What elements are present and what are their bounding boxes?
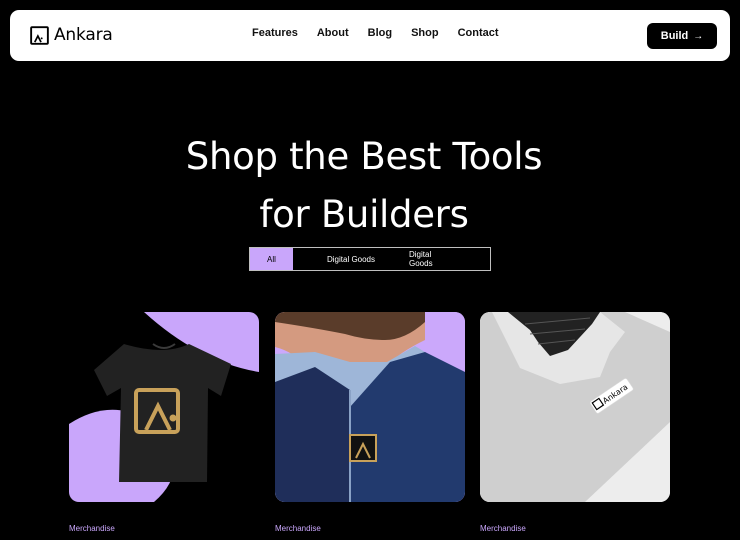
nav-link-about[interactable]: About [317, 27, 349, 39]
hero-line-1: Shop the Best Tools [185, 135, 543, 178]
laptop-sticker-image: Ankara [480, 312, 670, 502]
nav-links: Features About Blog Shop Contact [252, 27, 499, 39]
build-button-label: Build [660, 30, 689, 42]
tab-digital-goods[interactable]: Digital Goods [293, 248, 409, 270]
hero-line-2: for Builders [259, 193, 469, 236]
tshirt-image [69, 312, 259, 502]
product-category-3: Merchandise [480, 524, 526, 533]
nav-link-features[interactable]: Features [252, 27, 298, 39]
product-category-1: Merchandise [69, 524, 115, 533]
product-category-2: Merchandise [275, 524, 321, 533]
top-nav: Ankara Features About Blog Shop Contact … [10, 10, 730, 61]
lapel-pin-image [275, 312, 465, 502]
ankara-logo-icon [30, 25, 49, 45]
brand-logo[interactable]: Ankara [30, 25, 113, 45]
product-card-pin[interactable] [275, 312, 465, 502]
tab-digital-goods-2[interactable]: Digital Goods [409, 248, 453, 270]
brand-name: Ankara [54, 25, 113, 45]
arrow-right-icon: → [693, 30, 704, 42]
product-card-tshirt[interactable] [69, 312, 259, 502]
product-card-sticker[interactable]: Ankara [480, 312, 670, 502]
tab-all[interactable]: All [250, 248, 293, 270]
hero-heading: Shop the Best Tools for Builders [0, 128, 728, 244]
nav-link-blog[interactable]: Blog [368, 27, 392, 39]
filter-tabs: All Digital Goods Digital Goods [249, 247, 491, 271]
nav-link-contact[interactable]: Contact [458, 27, 499, 39]
build-button[interactable]: Build → [647, 23, 717, 49]
nav-link-shop[interactable]: Shop [411, 27, 439, 39]
